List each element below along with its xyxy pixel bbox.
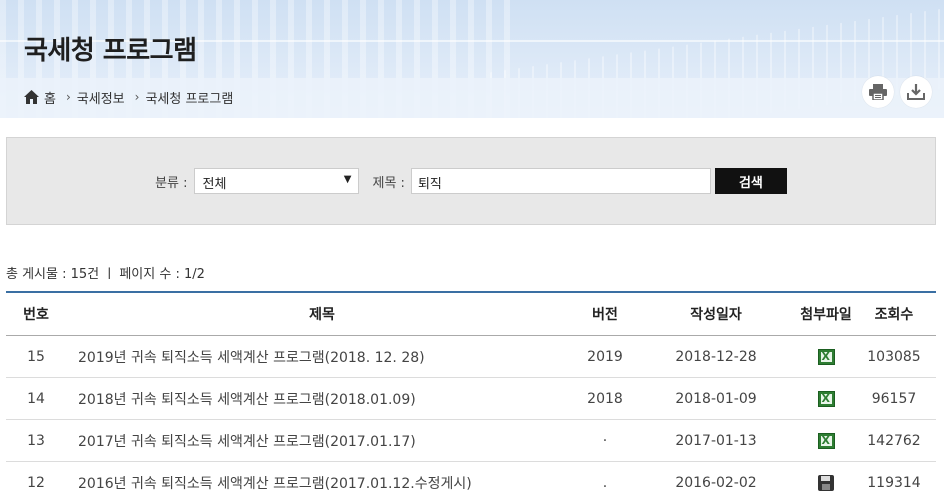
search-form: 분류 : 전체 ▼ 제목 : 퇴직 검색 — [7, 168, 935, 194]
program-table: 번호 제목 버전 작성일자 첨부파일 조회수 15 2019년 귀속 퇴직소득 … — [6, 291, 936, 503]
dropdown-arrow-icon: ▼ — [343, 174, 352, 185]
row-number: 14 — [27, 390, 45, 407]
row-attachment — [800, 390, 852, 407]
row-views: 96157 — [871, 390, 917, 407]
row-number: 13 — [27, 432, 45, 449]
row-number: 12 — [27, 474, 45, 491]
column-header-attachment: 첨부파일 — [800, 307, 852, 323]
excel-file-icon[interactable] — [817, 432, 835, 449]
row-date: 2018-01-09 — [675, 390, 757, 407]
table-row: 15 2019년 귀속 퇴직소득 세액계산 프로그램(2018. 12. 28)… — [6, 336, 936, 378]
download-button[interactable] — [900, 76, 932, 108]
column-header-number: 번호 — [23, 307, 49, 323]
row-views: 142762 — [867, 432, 921, 449]
row-attachment — [800, 348, 852, 365]
post-count-summary: 총 게시물 : 15건 ㅣ 페이지 수 : 1/2 — [6, 267, 205, 282]
column-header-version: 버전 — [592, 307, 618, 323]
title-label: 제목 : — [372, 175, 405, 191]
column-header-date: 작성일자 — [690, 307, 742, 323]
row-title-link[interactable]: 2016년 귀속 퇴직소득 세액계산 프로그램(2017.01.12.수정게시) — [66, 473, 578, 493]
breadcrumb-home[interactable]: 홈 — [44, 88, 56, 107]
excel-file-icon[interactable] — [817, 390, 835, 407]
breadcrumb: 홈 › 국세정보 › 국세청 프로그램 — [24, 88, 233, 107]
disk-file-icon[interactable] — [818, 474, 834, 491]
row-date: 2018-12-28 — [675, 348, 757, 365]
table-row: 14 2018년 귀속 퇴직소득 세액계산 프로그램(2018.01.09) 2… — [6, 378, 936, 420]
chevron-right-icon: › — [65, 90, 71, 104]
row-attachment — [800, 474, 852, 491]
title-search-input[interactable]: 퇴직 — [410, 168, 711, 194]
row-title-link[interactable]: 2018년 귀속 퇴직소득 세액계산 프로그램(2018.01.09) — [66, 389, 578, 409]
row-date: 2016-02-02 — [675, 474, 757, 491]
breadcrumb-tax-info[interactable]: 국세정보 — [77, 88, 125, 107]
row-date: 2017-01-13 — [675, 432, 757, 449]
row-title-link[interactable]: 2019년 귀속 퇴직소득 세액계산 프로그램(2018. 12. 28) — [66, 347, 578, 367]
row-version: . — [602, 474, 608, 491]
row-views: 119314 — [867, 474, 921, 491]
row-title-link[interactable]: 2017년 귀속 퇴직소득 세액계산 프로그램(2017.01.17) — [66, 431, 578, 451]
row-version: 2018 — [587, 390, 623, 407]
download-icon — [907, 84, 925, 100]
row-attachment — [800, 432, 852, 449]
printer-icon — [869, 84, 887, 100]
excel-file-icon[interactable] — [817, 348, 835, 365]
category-label: 분류 : — [155, 175, 188, 191]
column-header-views: 조회수 — [874, 307, 914, 323]
page-title: 국세청 프로그램 — [24, 36, 197, 66]
column-header-title: 제목 — [309, 307, 335, 323]
table-header-row: 번호 제목 버전 작성일자 첨부파일 조회수 — [6, 293, 936, 336]
chevron-right-icon: › — [134, 90, 140, 104]
category-select[interactable]: 전체 ▼ — [193, 168, 359, 194]
row-version: 2019 — [587, 348, 623, 365]
table-row: 13 2017년 귀속 퇴직소득 세액계산 프로그램(2017.01.17) ·… — [6, 420, 936, 462]
row-views: 103085 — [867, 348, 921, 365]
search-button[interactable]: 검색 — [714, 168, 787, 194]
breadcrumb-current[interactable]: 국세청 프로그램 — [145, 88, 233, 107]
table-row: 12 2016년 귀속 퇴직소득 세액계산 프로그램(2017.01.12.수정… — [6, 462, 936, 503]
home-icon[interactable] — [24, 90, 39, 104]
row-version: · — [602, 432, 608, 449]
category-value: 전체 — [202, 177, 227, 192]
search-panel: 분류 : 전체 ▼ 제목 : 퇴직 검색 — [6, 137, 936, 225]
print-button[interactable] — [862, 76, 894, 108]
row-number: 15 — [27, 348, 45, 365]
